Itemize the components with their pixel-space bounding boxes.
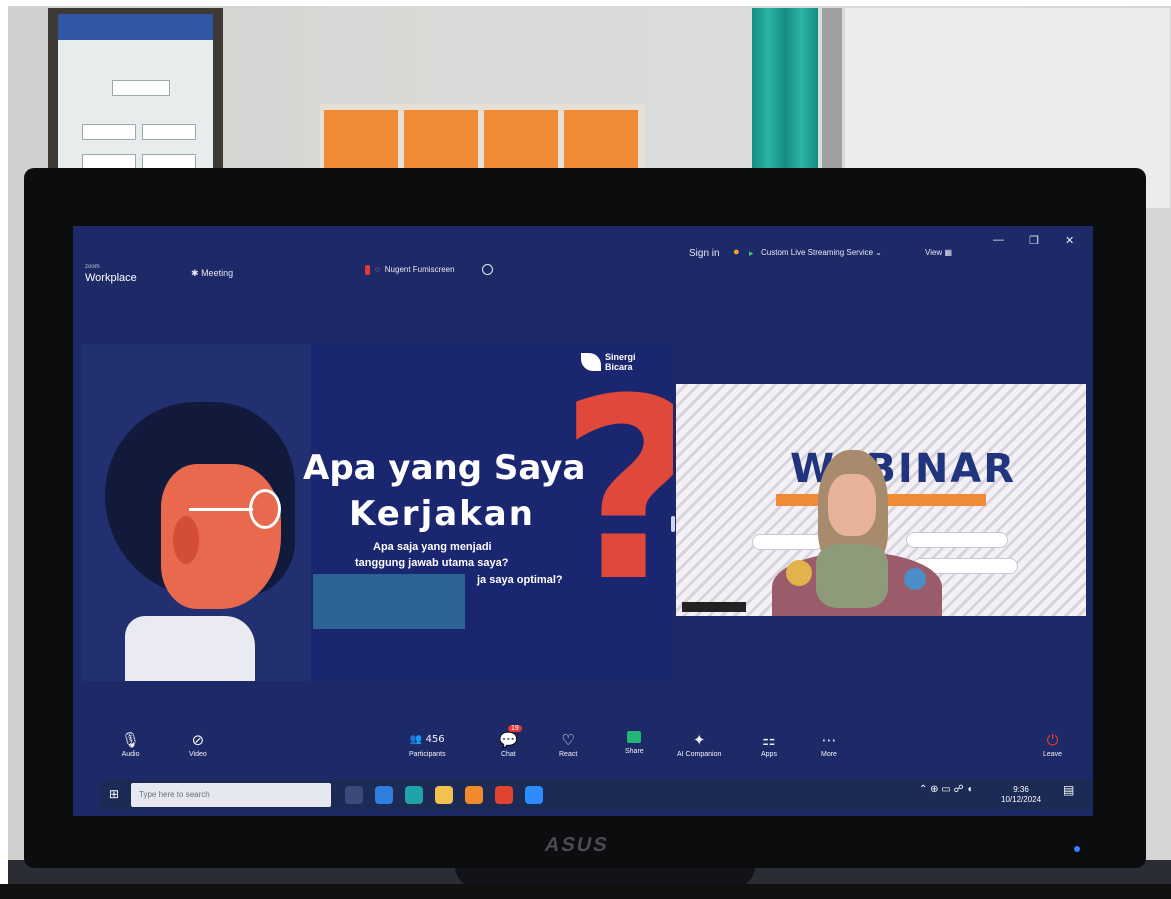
share-icon: ◌ — [375, 265, 380, 274]
windows-start-icon[interactable]: ⊞ — [109, 787, 119, 801]
ai-companion-label: AI Companion — [677, 751, 722, 758]
edge-icon[interactable] — [375, 786, 393, 804]
slide-title-line-2: Kerjakan — [349, 494, 535, 534]
split-handle[interactable] — [671, 516, 675, 532]
video-label: Video — [189, 751, 207, 758]
apps-icon: ⚏ — [762, 731, 776, 749]
meeting-icon: ✱ — [191, 268, 199, 278]
speaker-video[interactable]: WEBINAR — [676, 384, 1086, 616]
notifications-icon[interactable]: ▤ — [1063, 784, 1074, 796]
leaf-icon — [581, 353, 601, 371]
microphone-muted-icon: 🎙 — [121, 731, 141, 749]
shared-slide: ? Sinergi Bicara Apa yang Saya Kerjakan … — [81, 344, 673, 681]
zoom-toolbar: 🎙 Audio ⊘ Video 👥 456 Participants 💬 19 … — [73, 725, 1093, 779]
slide-title-line-1: Apa yang Saya — [303, 448, 586, 488]
leave-button[interactable]: ⏻ Leave — [1043, 731, 1062, 758]
heart-icon: ♡ — [561, 731, 575, 749]
monitor-brand-logo: ASUS — [542, 834, 612, 856]
camera-off-icon: ⊘ — [191, 731, 205, 749]
view-button[interactable]: View ▦ — [925, 248, 952, 257]
share-indicator[interactable]: ◌ Nugent Fumiscreen — [365, 264, 493, 275]
share-status: Nugent Fumiscreen — [384, 265, 455, 274]
participants-button[interactable]: 👥 456 Participants — [409, 731, 446, 758]
clock-time: 9:36 — [1013, 785, 1029, 794]
live-stream-icon: ▸ — [749, 248, 754, 258]
firefox-icon[interactable] — [465, 786, 483, 804]
meeting-label: Meeting — [201, 268, 234, 278]
grid-icon: ▦ — [944, 248, 952, 257]
clock-date: 10/12/2024 — [1001, 795, 1042, 804]
react-label: React — [559, 751, 578, 758]
character-ear — [173, 516, 199, 564]
participants-label: Participants — [409, 751, 446, 758]
speaker-face — [828, 474, 876, 536]
share-button[interactable]: Share — [625, 731, 644, 755]
brand-line-2: Bicara — [605, 362, 633, 372]
monitor-screen: zoom Workplace ✱ Meeting ◌ Nugent Fumisc… — [73, 226, 1093, 816]
glasses-arm — [189, 508, 253, 511]
chevron-down-icon: ⌄ — [875, 248, 882, 257]
chat-button[interactable]: 💬 19 Chat — [499, 725, 522, 758]
participants-count: 456 — [425, 734, 445, 745]
chat-label: Chat — [500, 751, 516, 758]
speaker-scarf — [816, 544, 888, 608]
character-shirt — [125, 616, 255, 681]
power-led — [1074, 846, 1080, 852]
video-button[interactable]: ⊘ Video — [189, 731, 207, 758]
taskbar-search[interactable]: Type here to search — [131, 783, 331, 807]
glasses — [249, 489, 281, 529]
participants-icon: 👥 — [409, 734, 423, 745]
zoom-logo-small: zoom — [85, 264, 100, 270]
apps-label: Apps — [761, 751, 777, 758]
share-label: Share — [625, 748, 644, 755]
close-icon[interactable]: ✕ — [1065, 234, 1074, 247]
more-icon: ⋯ — [821, 731, 837, 749]
streaming-label: Custom Live Streaming Service — [761, 248, 874, 257]
sinergi-bicara-logo: Sinergi Bicara — [581, 352, 636, 372]
zoom-title-bar: zoom Workplace ✱ Meeting ◌ Nugent Fumisc… — [73, 226, 1093, 286]
photo-scene: ASUS zoom Workplace ✱ Meeting ◌ Nugent F… — [0, 0, 1171, 899]
redacted-box — [313, 574, 465, 629]
participant-name-tag — [682, 602, 746, 612]
more-label: More — [821, 751, 837, 758]
question-mark-graphic: ? — [559, 366, 673, 616]
ai-companion-button[interactable]: ✦ AI Companion — [677, 731, 721, 758]
leave-label: Leave — [1043, 751, 1063, 758]
brand-line-1: Sinergi — [605, 352, 636, 362]
react-button[interactable]: ♡ React — [559, 731, 577, 758]
task-view-icon[interactable] — [345, 786, 363, 804]
zoom-logo: Workplace — [85, 272, 137, 284]
share-screen-icon — [627, 731, 642, 743]
more-button[interactable]: ⋯ More — [821, 731, 837, 758]
photo-bottom-edge — [0, 884, 1171, 899]
leave-icon: ⏻ — [1046, 731, 1059, 749]
audio-button[interactable]: 🎙 Audio — [121, 731, 140, 758]
meeting-menu[interactable]: ✱ Meeting — [191, 268, 233, 279]
minimize-icon[interactable]: — — [993, 234, 1004, 246]
shield-icon: ● — [733, 246, 740, 258]
zoom-app-icon[interactable] — [525, 786, 543, 804]
slide-subtitle-line-1: Apa saja yang menjadi — [373, 541, 492, 553]
sparkle-icon: ✦ — [692, 731, 706, 749]
maximize-icon[interactable]: ❐ — [1029, 234, 1039, 247]
wall-bracket — [822, 8, 842, 183]
slide-subtitle-line-2: tanggung jawab utama saya? — [355, 557, 509, 569]
chrome-icon[interactable] — [495, 786, 513, 804]
store-icon[interactable] — [405, 786, 423, 804]
audio-label: Audio — [121, 751, 140, 758]
sign-in-link[interactable]: Sign in — [689, 248, 720, 259]
view-label: View — [925, 248, 943, 257]
file-explorer-icon[interactable] — [435, 786, 453, 804]
slide-subtitle-line-3: ja saya optimal? — [477, 574, 563, 586]
recording-icon — [365, 264, 370, 275]
windows-taskbar: ⊞ Type here to search ⌃ ⊕ ▭ ☍ ◖ 9:36 10/… — [99, 780, 1093, 810]
apps-button[interactable]: ⚏ Apps — [761, 731, 777, 758]
streaming-dropdown[interactable]: Custom Live Streaming Service ⌄ — [761, 248, 882, 257]
tray-icons[interactable]: ⌃ ⊕ ▭ ☍ ◖ — [919, 785, 973, 795]
chat-badge: 19 — [508, 725, 522, 732]
clock[interactable]: 9:36 10/12/2024 — [1001, 785, 1041, 805]
teal-curtain — [752, 8, 818, 183]
chat-icon: 💬 — [499, 731, 518, 749]
view-options-icon[interactable] — [481, 264, 493, 275]
